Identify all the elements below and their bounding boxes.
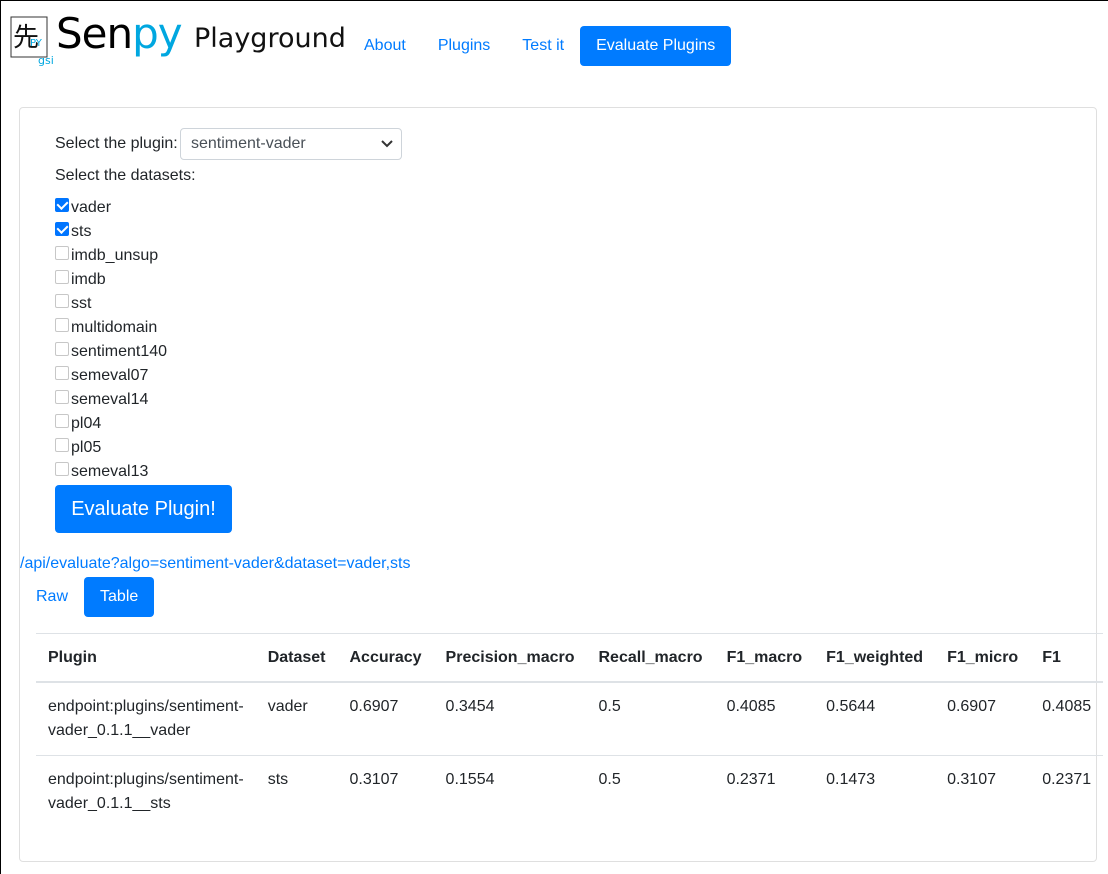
table-cell: sts bbox=[255, 755, 338, 828]
results-table: Plugin Dataset Accuracy Precision_macro … bbox=[36, 633, 1104, 828]
nav-about[interactable]: About bbox=[348, 26, 422, 66]
dataset-item-semeval07: semeval07 bbox=[55, 364, 167, 388]
table-row: endpoint:plugins/sentiment-vader_0.1.1__… bbox=[36, 755, 1104, 828]
gsi-logo[interactable]: 先 PY gsi bbox=[10, 16, 54, 67]
table-cell: 0.4085 bbox=[1030, 681, 1104, 756]
column-header: F1_micro bbox=[935, 633, 1031, 683]
dataset-checkbox[interactable] bbox=[55, 342, 69, 356]
tab-table[interactable]: Table bbox=[84, 577, 155, 617]
dataset-checkbox[interactable] bbox=[55, 462, 69, 476]
datasets-label: Select the datasets: bbox=[55, 167, 196, 184]
table-cell: 0.3454 bbox=[433, 681, 587, 756]
table-cell: 0.5 bbox=[586, 755, 715, 828]
dataset-checkbox[interactable] bbox=[55, 414, 69, 428]
nav-test-it[interactable]: Test it bbox=[506, 26, 580, 66]
dataset-label: multidomain bbox=[71, 319, 158, 336]
column-header: Precision_macro bbox=[433, 633, 587, 683]
dataset-item-pl04: pl04 bbox=[55, 412, 167, 436]
api-evaluate-link[interactable]: /api/evaluate?algo=sentiment-vader&datas… bbox=[20, 555, 410, 573]
plugin-select-value: sentiment-vader bbox=[191, 135, 306, 152]
dataset-item-imdb-unsup: imdb_unsup bbox=[55, 244, 167, 268]
result-tabs: Raw Table bbox=[20, 577, 155, 617]
column-header: Plugin bbox=[36, 633, 256, 683]
logo-gsi: gsi bbox=[38, 54, 54, 66]
table-header-row: Plugin Dataset Accuracy Precision_macro … bbox=[36, 633, 1104, 683]
table-cell: 0.2371 bbox=[714, 755, 815, 828]
dataset-checkbox[interactable] bbox=[55, 390, 69, 404]
dataset-label: pl04 bbox=[71, 415, 102, 432]
datasets-list: vader sts imdb_unsup imdb sst multidomai… bbox=[55, 196, 167, 484]
dataset-label: semeval14 bbox=[71, 391, 149, 408]
dataset-item-vader: vader bbox=[55, 196, 167, 220]
dataset-checkbox[interactable] bbox=[55, 246, 69, 260]
main-nav: About Plugins Test it Evaluate Plugins bbox=[348, 26, 732, 66]
evaluate-plugin-button[interactable]: Evaluate Plugin! bbox=[55, 485, 232, 533]
dataset-item-sts: sts bbox=[55, 220, 167, 244]
column-header: F1_weighted bbox=[814, 633, 936, 683]
dataset-item-multidomain: multidomain bbox=[55, 316, 167, 340]
table-cell: 0.1473 bbox=[814, 755, 936, 828]
dataset-label: sst bbox=[71, 295, 92, 312]
column-header: Recall_macro bbox=[586, 633, 715, 683]
column-header: Accuracy bbox=[337, 633, 434, 683]
dataset-label: sentiment140 bbox=[71, 343, 168, 360]
nav-evaluate-plugins[interactable]: Evaluate Plugins bbox=[580, 26, 732, 66]
dataset-label: sts bbox=[71, 223, 92, 240]
table-row: endpoint:plugins/sentiment-vader_0.1.1__… bbox=[36, 681, 1104, 756]
brand-main: Sen bbox=[56, 9, 133, 58]
dataset-checkbox[interactable] bbox=[55, 198, 69, 212]
dataset-item-sst: sst bbox=[55, 292, 167, 316]
table-cell: vader bbox=[255, 681, 338, 756]
header: 先 PY gsi Senpy Playground About Plugins … bbox=[1, 1, 1108, 81]
chevron-down-icon bbox=[381, 129, 393, 170]
dataset-label: imdb_unsup bbox=[71, 247, 159, 264]
tab-raw[interactable]: Raw bbox=[20, 577, 84, 617]
dataset-checkbox[interactable] bbox=[55, 366, 69, 380]
dataset-label: imdb bbox=[71, 271, 106, 288]
plugin-select-label: Select the plugin: bbox=[55, 135, 178, 152]
brand-title[interactable]: Senpy bbox=[56, 9, 183, 58]
dataset-label: pl05 bbox=[71, 439, 102, 456]
dataset-item-imdb: imdb bbox=[55, 268, 167, 292]
column-header: F1_macro bbox=[714, 633, 815, 683]
brand-subtitle: Playground bbox=[194, 23, 346, 54]
nav-plugins[interactable]: Plugins bbox=[422, 26, 506, 66]
plugin-select[interactable]: sentiment-vader bbox=[180, 128, 402, 160]
column-header: F1 bbox=[1030, 633, 1104, 683]
table-cell: 0.3107 bbox=[935, 755, 1031, 828]
brand-py: py bbox=[132, 9, 183, 58]
table-cell: 0.3107 bbox=[337, 755, 434, 828]
dataset-checkbox[interactable] bbox=[55, 294, 69, 308]
column-header: Dataset bbox=[255, 633, 338, 683]
dataset-item-sentiment140: sentiment140 bbox=[55, 340, 167, 364]
dataset-item-pl05: pl05 bbox=[55, 436, 167, 460]
table-cell: 0.1554 bbox=[433, 755, 587, 828]
dataset-checkbox[interactable] bbox=[55, 438, 69, 452]
dataset-label: semeval07 bbox=[71, 367, 149, 384]
dataset-item-semeval13: semeval13 bbox=[55, 460, 167, 484]
table-cell: endpoint:plugins/sentiment-vader_0.1.1__… bbox=[36, 755, 256, 828]
dataset-label: semeval13 bbox=[71, 463, 149, 480]
table-cell: endpoint:plugins/sentiment-vader_0.1.1__… bbox=[36, 681, 256, 756]
table-cell: 0.6907 bbox=[337, 681, 434, 756]
table-cell: 0.5644 bbox=[814, 681, 936, 756]
dataset-checkbox[interactable] bbox=[55, 318, 69, 332]
dataset-checkbox[interactable] bbox=[55, 270, 69, 284]
dataset-checkbox[interactable] bbox=[55, 222, 69, 236]
logo-py: PY bbox=[30, 38, 43, 49]
table-cell: 0.5 bbox=[586, 681, 715, 756]
dataset-label: vader bbox=[71, 199, 112, 216]
table-cell: 0.6907 bbox=[935, 681, 1031, 756]
table-cell: 0.4085 bbox=[714, 681, 815, 756]
table-cell: 0.2371 bbox=[1030, 755, 1104, 828]
dataset-item-semeval14: semeval14 bbox=[55, 388, 167, 412]
